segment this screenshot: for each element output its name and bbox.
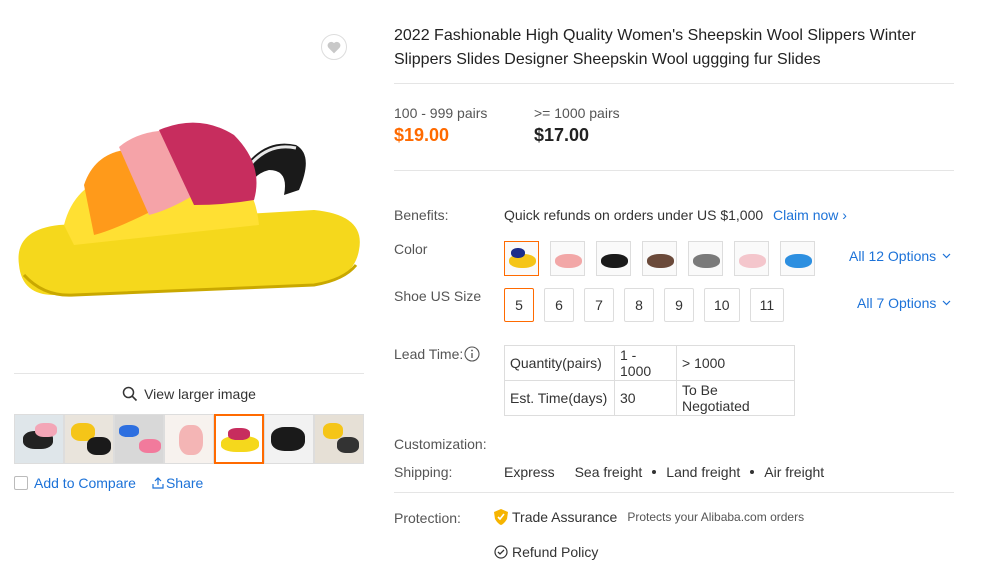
trade-assurance-label: Trade Assurance (512, 509, 618, 525)
add-to-compare-link[interactable]: Add to Compare (34, 475, 136, 491)
separator-dot (652, 470, 657, 474)
table-cell: Est. Time(days) (504, 380, 615, 416)
divider (394, 492, 954, 493)
slipper-image (18, 122, 360, 297)
main-product-image[interactable]: View larger image (14, 25, 364, 402)
size-option[interactable]: 6 (544, 288, 574, 322)
info-icon[interactable] (464, 346, 480, 362)
color-swatch[interactable] (734, 241, 769, 276)
thumbnail[interactable] (214, 414, 264, 464)
chevron-down-icon (942, 253, 951, 259)
price-tier: 100 - 999 pairs $19.00 (394, 105, 487, 146)
color-swatch[interactable] (642, 241, 677, 276)
lead-time-table: Quantity(pairs) 1 - 1000 > 1000 Est. Tim… (504, 345, 795, 416)
share-label: Share (165, 475, 204, 491)
thumbnail[interactable] (264, 414, 314, 464)
table-cell: 30 (614, 380, 677, 416)
all-size-options-link[interactable]: All 7 Options (857, 295, 951, 311)
heart-icon (327, 41, 341, 53)
separator-dot (750, 470, 755, 474)
table-cell: 1 - 1000 (614, 345, 677, 381)
color-swatch[interactable] (596, 241, 631, 276)
product-title: 2022 Fashionable High Quality Women's Sh… (394, 27, 916, 68)
chevron-down-icon (942, 300, 951, 306)
size-option[interactable]: 5 (504, 288, 534, 322)
compare-checkbox[interactable] (14, 476, 28, 490)
zoom-icon (122, 386, 138, 401)
product-gallery: View larger image Add to Compare Share (14, 25, 364, 491)
price-tier-value: $19.00 (394, 125, 450, 145)
lead-time-label-wrap: Lead Time: (394, 346, 480, 362)
shipping-method: Land freight (666, 464, 741, 480)
customization-label: Customization: (394, 436, 487, 452)
price-tier-value: $17.00 (534, 125, 590, 145)
divider (394, 170, 954, 171)
protection-label: Protection: (394, 510, 461, 526)
all-size-options-label: All 7 Options (857, 295, 937, 311)
shipping-method: Sea freight (574, 464, 643, 480)
size-option[interactable]: 11 (749, 288, 785, 322)
color-label: Color (394, 241, 428, 257)
color-swatch[interactable] (504, 241, 539, 276)
size-options: 5 6 7 8 9 10 11 (504, 288, 785, 322)
color-swatch[interactable] (688, 241, 723, 276)
thumbnail-strip (14, 414, 364, 466)
view-larger-button[interactable]: View larger image (14, 373, 364, 413)
table-cell: To Be Negotiated (676, 380, 795, 416)
all-color-options-label: All 12 Options (849, 248, 937, 264)
thumbnail[interactable] (114, 414, 164, 464)
share-button[interactable]: Share (152, 475, 203, 491)
shipping-method: Air freight (764, 464, 825, 480)
claim-now-label: Claim now (773, 207, 839, 223)
shipping-label: Shipping: (394, 464, 453, 480)
thumbnail[interactable] (314, 414, 364, 464)
color-swatch[interactable] (780, 241, 815, 276)
size-option[interactable]: 9 (664, 288, 694, 322)
price-tier-range: >= 1000 pairs (534, 105, 620, 121)
trade-assurance-icon (494, 509, 508, 525)
view-larger-label: View larger image (144, 385, 256, 402)
lead-time-label: Lead Time: (394, 346, 464, 362)
check-circle-icon (494, 545, 508, 559)
thumbnail[interactable] (64, 414, 114, 464)
divider (394, 83, 954, 84)
size-option[interactable]: 10 (704, 288, 740, 322)
trade-assurance-note: Protects your Alibaba.com orders (627, 510, 805, 524)
shipping-methods: Express Sea freight Land freight Air fre… (504, 464, 824, 480)
share-icon (152, 477, 164, 489)
thumbnail[interactable] (164, 414, 214, 464)
price-tier-range: 100 - 999 pairs (394, 105, 488, 121)
size-option[interactable]: 8 (624, 288, 654, 322)
compare-share-row: Add to Compare Share (14, 475, 203, 491)
refund-policy-label: Refund Policy (512, 544, 599, 560)
refund-policy[interactable]: Refund Policy (494, 544, 598, 560)
color-swatch[interactable] (550, 241, 585, 276)
benefits-text: Quick refunds on orders under US $1,000 … (504, 207, 847, 223)
size-label: Shoe US Size (394, 288, 482, 304)
table-cell: > 1000 (676, 345, 795, 381)
size-option[interactable]: 7 (584, 288, 614, 322)
shipping-method: Express (504, 464, 555, 480)
chevron-right-icon: › (842, 207, 847, 223)
benefits-description: Quick refunds on orders under US $1,000 (504, 207, 764, 223)
thumbnail[interactable] (14, 414, 64, 464)
table-row: Quantity(pairs) 1 - 1000 > 1000 (504, 345, 795, 381)
price-tier: >= 1000 pairs $17.00 (534, 105, 620, 146)
benefits-label: Benefits: (394, 207, 449, 223)
color-options (504, 241, 815, 276)
all-color-options-link[interactable]: All 12 Options (849, 248, 951, 264)
table-row: Est. Time(days) 30 To Be Negotiated (504, 380, 795, 416)
table-cell: Quantity(pairs) (504, 345, 615, 381)
trade-assurance[interactable]: Trade Assurance Protects your Alibaba.co… (492, 508, 804, 526)
favorite-button[interactable] (321, 34, 347, 60)
claim-now-link[interactable]: Claim now › (773, 207, 847, 223)
